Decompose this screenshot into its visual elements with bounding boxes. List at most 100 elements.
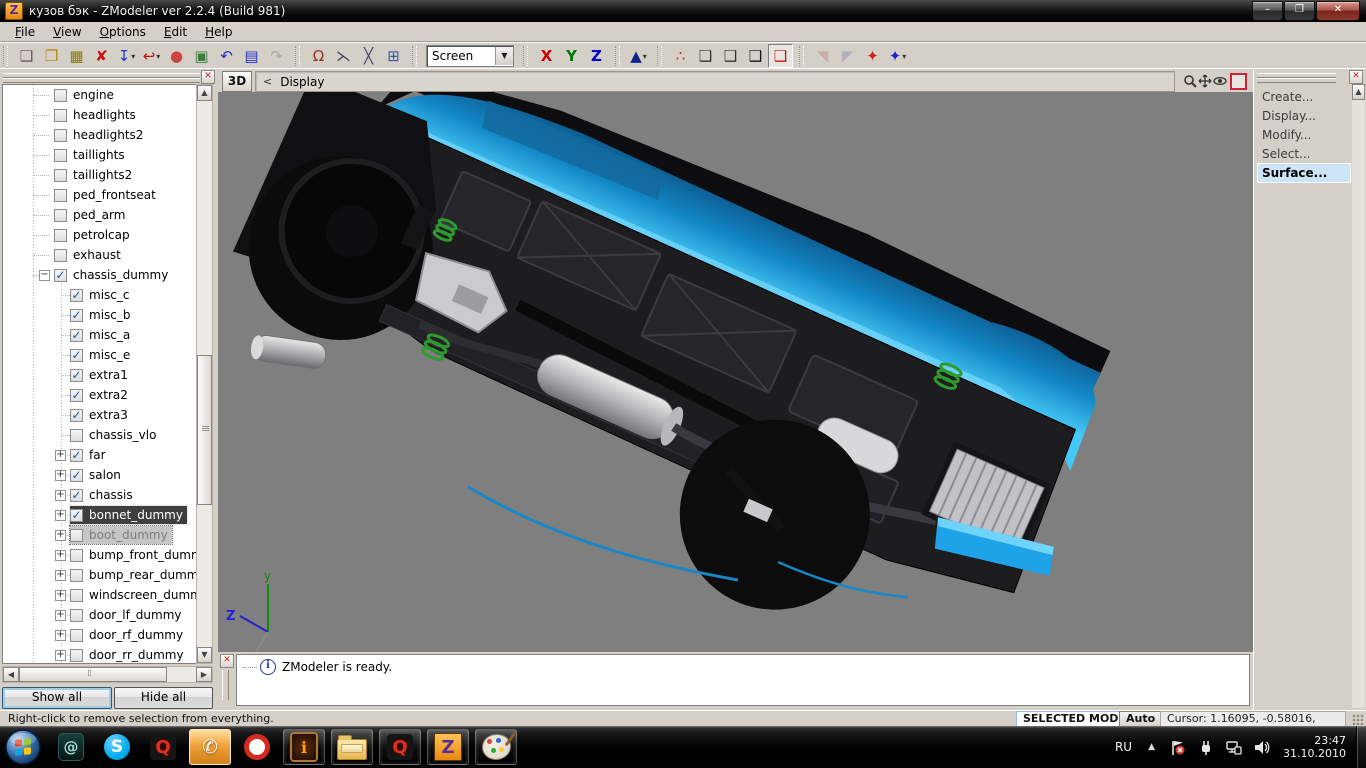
tree-row-body[interactable]: windscreen_dummy <box>70 586 196 604</box>
visibility-checkbox[interactable] <box>54 189 67 202</box>
tree-horizontal-scrollbar[interactable]: ◀ ▶ <box>2 666 213 683</box>
tree-item-taillights2[interactable]: taillights2 <box>3 165 196 185</box>
tree-row-body[interactable]: bump_front_dummy <box>70 546 196 564</box>
zmodeler-window-taskbar-button[interactable]: Z <box>427 729 469 765</box>
break-vertices-button[interactable]: ⋋ <box>331 44 356 68</box>
mode-vertices-button[interactable]: ❑ <box>693 44 718 68</box>
tree-item-windscreen_dummy[interactable]: +windscreen_dummy <box>3 585 196 605</box>
chevron-down-icon[interactable]: ▾ <box>643 52 647 61</box>
tree-row-body[interactable]: bump_rear_dummy <box>70 566 196 584</box>
show-all-button[interactable]: Show all <box>2 687 112 709</box>
expand-icon[interactable]: + <box>55 450 66 461</box>
tree-row-body[interactable]: ✓extra3 <box>70 406 132 424</box>
scroll-up-icon[interactable]: ▲ <box>1352 84 1365 100</box>
scene-thumbnail-button[interactable]: ▣ <box>189 44 214 68</box>
expand-icon[interactable]: + <box>55 610 66 621</box>
tree-item-misc_c[interactable]: ✓misc_c <box>3 285 196 305</box>
tree-item-extra1[interactable]: ✓extra1 <box>3 365 196 385</box>
tree-item-bump_front_dummy[interactable]: + bump_front_dummy <box>3 545 196 565</box>
visibility-checkbox[interactable]: ✓ <box>70 349 83 362</box>
tree-row-body[interactable]: taillights2 <box>54 166 136 184</box>
qip-taskbar-button[interactable]: Q <box>143 730 183 764</box>
visibility-checkbox[interactable] <box>54 149 67 162</box>
tree-item-door_lf_dummy[interactable]: +door_lf_dummy <box>3 605 196 625</box>
visibility-checkbox[interactable]: ✓ <box>70 509 83 522</box>
axis-y-button[interactable]: Y <box>559 44 584 68</box>
tree-item-extra3[interactable]: ✓extra3 <box>3 405 196 425</box>
scroll-up-icon[interactable]: ▲ <box>197 85 212 101</box>
tree-row-body[interactable]: engine <box>54 86 118 104</box>
visibility-checkbox[interactable] <box>70 589 83 602</box>
expand-icon[interactable]: + <box>55 550 66 561</box>
normals-cone-button[interactable]: ▲▾ <box>626 44 651 68</box>
expand-icon[interactable]: + <box>55 470 66 481</box>
tree-row-body[interactable]: door_rr_dummy <box>70 646 188 664</box>
visibility-checkbox[interactable] <box>54 249 67 262</box>
chevron-down-icon[interactable]: ▾ <box>902 52 906 61</box>
command-display[interactable]: Display... <box>1258 107 1350 125</box>
action-center-flag-icon[interactable] <box>1168 738 1186 756</box>
tree-item-chassis_dummy[interactable]: −✓chassis_dummy <box>3 265 196 285</box>
commands-scrollbar[interactable]: ▲ <box>1352 84 1365 708</box>
tree-row-body[interactable]: boot_dummy <box>70 526 172 544</box>
tree-row-body[interactable]: headlights2 <box>54 126 147 144</box>
manipulator-vertices-button[interactable]: ∴ <box>668 44 693 68</box>
tree-item-headlights2[interactable]: headlights2 <box>3 125 196 145</box>
maximize-view-icon[interactable] <box>1230 73 1247 90</box>
tree-row-body[interactable]: door_rf_dummy <box>70 626 187 644</box>
command-select[interactable]: Select... <box>1258 145 1350 163</box>
tree-row-body[interactable]: ped_arm <box>54 206 129 224</box>
volume-icon[interactable] <box>1252 738 1270 756</box>
chevron-down-icon[interactable]: ▾ <box>156 52 160 61</box>
tree-item-ped_frontseat[interactable]: ped_frontseat <box>3 185 196 205</box>
tree-item-headlights[interactable]: headlights <box>3 105 196 125</box>
export-button[interactable]: ↩▾ <box>139 44 164 68</box>
tree-vertical-scrollbar[interactable]: ▲ ▼ <box>196 84 213 664</box>
tree-row-body[interactable]: ✓extra1 <box>70 366 132 384</box>
visibility-checkbox[interactable]: ✓ <box>70 369 83 382</box>
tree-item-engine[interactable]: engine <box>3 85 196 105</box>
network-icon[interactable] <box>1224 738 1242 756</box>
tree-item-far[interactable]: +✓far <box>3 445 196 465</box>
opera-taskbar-button[interactable] <box>237 730 277 764</box>
visibility-checkbox[interactable] <box>54 129 67 142</box>
messenger-active-taskbar-button[interactable]: ✆ <box>189 729 231 765</box>
tree-row-body[interactable]: ✓chassis <box>70 486 137 504</box>
visibility-checkbox[interactable] <box>70 549 83 562</box>
title-bar[interactable]: Z кузов бэк - ZModeler ver 2.2.4 (Build … <box>0 0 1366 22</box>
auto-button[interactable]: Auto <box>1119 711 1162 727</box>
tree-vscroll-thumb[interactable] <box>197 355 212 505</box>
expand-icon[interactable]: + <box>55 570 66 581</box>
snap-grid-button[interactable]: ⊞ <box>381 44 406 68</box>
screen-select-dropdown[interactable]: Screen▼ <box>426 45 514 67</box>
scroll-left-icon[interactable]: ◀ <box>3 667 19 682</box>
power-plug-icon[interactable] <box>1196 738 1214 756</box>
tree-row-body[interactable]: ✓misc_a <box>70 326 134 344</box>
tree-item-exhaust[interactable]: exhaust <box>3 245 196 265</box>
open-file-button[interactable]: ❐ <box>39 44 64 68</box>
delete-button[interactable]: ✘ <box>89 44 114 68</box>
chevron-down-icon[interactable]: ▾ <box>131 52 135 61</box>
visibility-checkbox[interactable]: ✓ <box>70 329 83 342</box>
weld-vertices-button[interactable]: Ω <box>306 44 331 68</box>
view-mode-button[interactable]: 3D <box>222 71 252 92</box>
tree-row-body[interactable]: headlights <box>54 106 140 124</box>
mode-polygons-button[interactable]: ❑ <box>743 44 768 68</box>
qip-window-taskbar-button[interactable]: Q <box>379 729 421 765</box>
paint-app-taskbar-button[interactable] <box>475 729 517 765</box>
tree-row-body[interactable]: petrolcap <box>54 226 134 244</box>
viewport-canvas[interactable]: y Z x <box>218 92 1253 652</box>
message-log[interactable]: i ZModeler is ready. <box>236 654 1250 706</box>
show-desktop-button[interactable] <box>1356 726 1366 768</box>
clock[interactable]: 23:47 31.10.2010 <box>1283 734 1346 760</box>
visibility-checkbox[interactable] <box>54 169 67 182</box>
hierarchy-panel-header[interactable]: ✕ <box>0 68 218 83</box>
restore-button[interactable]: ❐ <box>1284 1 1315 21</box>
tree-item-boot_dummy[interactable]: +boot_dummy <box>3 525 196 545</box>
visibility-checkbox[interactable]: ✓ <box>70 449 83 462</box>
tree-item-door_rr_dummy[interactable]: +door_rr_dummy <box>3 645 196 664</box>
visibility-checkbox[interactable] <box>54 89 67 102</box>
new-file-button[interactable]: ❏ <box>14 44 39 68</box>
zoom-view-icon[interactable] <box>1182 73 1197 88</box>
command-surface[interactable]: Surface... <box>1258 164 1350 182</box>
